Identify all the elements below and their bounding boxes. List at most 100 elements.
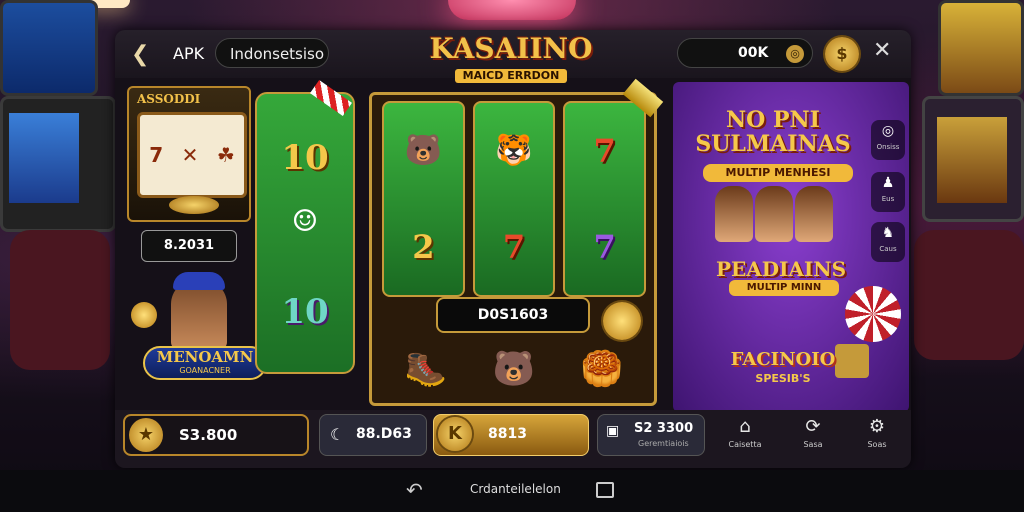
cards-icon: ▣: [606, 423, 620, 439]
ceiling-lamp: [448, 0, 576, 20]
wallet-button[interactable]: ★ S3.800: [123, 414, 309, 456]
reel-symbol: 🐻: [404, 133, 442, 168]
reel-bottom-row: 🥾 🐻 🥮: [382, 339, 646, 399]
balance-value: 00K: [738, 45, 769, 61]
mini-slot-card[interactable]: ASSODDI 7 ✕ ☘: [127, 86, 251, 222]
win-display: D0S1603: [436, 297, 590, 333]
casino-chair-right: [914, 230, 1024, 360]
system-navigation-bar: ↶ Crdanteilelelon: [0, 470, 1024, 512]
cap: [173, 272, 225, 290]
reel-symbol: 7: [593, 228, 616, 266]
background-cabinet-right: [922, 96, 1024, 222]
refresh-icon: ⟳: [805, 416, 821, 437]
slot-machine[interactable]: 🐻 2 🐯 7 7 7 D0S1603 🥾 🐻 🥮: [369, 92, 657, 406]
banner-bottom-title: FACINOIO: [730, 349, 836, 370]
nav-item-caisetta[interactable]: ⌂ Caisetta: [725, 414, 765, 458]
k-coin-icon: K: [438, 417, 472, 451]
system-back-icon[interactable]: ↶: [406, 478, 423, 502]
mini-slot-title: ASSODDI: [137, 92, 201, 106]
coin-stack-icon: $: [836, 44, 848, 63]
bet-button[interactable]: K 8813: [433, 414, 589, 456]
reel-symbol: 7: [593, 132, 616, 170]
banner-subheadline: MULTIP MENHESI: [703, 164, 853, 182]
casino-chair-left: [10, 230, 110, 370]
coin-stack-button[interactable]: $: [825, 37, 859, 71]
user-icon: ♟: [881, 175, 895, 191]
arrow-left-icon[interactable]: ❮: [131, 42, 149, 67]
banner-characters: [715, 186, 835, 256]
mini-slot-amount: 8.2031: [141, 230, 237, 262]
nav-label: Caisetta: [728, 440, 762, 449]
coin-icon: [603, 302, 641, 340]
reel-symbol: 🥾: [404, 349, 448, 389]
promo-card[interactable]: MENOAMN GOANACNER: [131, 272, 267, 404]
nav-item-soas[interactable]: ⚙ Soas: [857, 414, 897, 458]
background-cabinet-left: [0, 96, 116, 232]
side-button-caus[interactable]: ♞ Caus: [871, 222, 905, 262]
promo-banner[interactable]: NO PNI SULMAINAS MULTIP MENHESI PEADIAIN…: [673, 82, 909, 412]
chat-button[interactable]: ☾ 88.D63: [319, 414, 427, 456]
banner-headline: NO PNI SULMAINAS: [695, 107, 851, 157]
nav-item-sasa[interactable]: ⟳ Sasa: [793, 414, 833, 458]
system-nav-label: Crdanteilelelon: [470, 482, 561, 496]
app-window: ❮ APK Indonsetsiso KASAIINO MAICD ERRDON…: [115, 30, 911, 468]
reel-symbol: 7: [502, 228, 526, 266]
banner-bottom-subtitle: SPESIB'S: [755, 372, 811, 385]
side-button-label: Caus: [879, 245, 897, 253]
chat-icon: ☾: [330, 425, 345, 444]
promo-title: MENOAMN: [156, 348, 254, 366]
cards-value: S2 3300: [634, 421, 694, 436]
star-coin-icon: ★: [129, 418, 163, 452]
reel-symbol: 10: [281, 292, 329, 332]
reel-symbol: 10: [281, 138, 329, 178]
reel-symbol: 2: [412, 228, 435, 266]
cards-sublabel: Geremtiaiois: [638, 439, 689, 448]
reel-column: 🐻 2: [382, 101, 465, 297]
coins-icon: [131, 302, 157, 328]
cards-button[interactable]: ▣ S2 3300 Geremtiaiois: [597, 414, 705, 456]
user-add-icon: ♞: [881, 225, 895, 241]
background-cabinet-right-top: [938, 0, 1024, 96]
wallet-value: S3.800: [179, 426, 238, 444]
nav-label: Sasa: [803, 440, 823, 449]
settings-icon: ⚙: [868, 416, 886, 437]
promo-subtitle: GOANACNER: [179, 366, 231, 375]
top-bar: ❮ APK Indonsetsiso KASAIINO MAICD ERRDON…: [115, 30, 911, 83]
bet-value: 8813: [488, 426, 527, 442]
logo-title: KASAIINO: [429, 32, 593, 65]
coin-icon: ◎: [786, 45, 804, 63]
mini-slot-reels: 7 ✕ ☘: [137, 112, 247, 198]
reel-column: 7 7: [563, 101, 646, 297]
bottom-bar: ★ S3.800 ☾ 88.D63 K 8813 ▣ S2 3300 Gerem…: [115, 410, 911, 468]
background-cabinet-left-top: [0, 0, 98, 96]
reel-symbol: ☺: [291, 204, 319, 239]
ring-icon: ◎: [881, 123, 895, 139]
gold-pile: [169, 196, 219, 214]
side-reel: 10 ☺ 10: [255, 92, 355, 374]
close-icon[interactable]: ✕: [873, 38, 891, 63]
avatar: [171, 280, 227, 350]
nav-label: Soas: [867, 440, 887, 449]
left-column: ASSODDI 7 ✕ ☘ 8.2031 MENOAMN GOANACNER: [127, 86, 267, 404]
logo-subtitle: MAICD ERRDON: [454, 69, 568, 83]
reel-column: 🐯 7: [472, 101, 556, 297]
poker-chip-icon: [845, 286, 901, 342]
side-button-onsiss[interactable]: ◎ Onsiss: [871, 120, 905, 160]
balance-display[interactable]: 00K ◎: [677, 38, 813, 68]
recents-icon[interactable]: [596, 482, 614, 498]
shop-icon: ⌂: [739, 416, 751, 437]
side-button-label: Onsiss: [876, 143, 900, 151]
reel-symbol: 🐻: [492, 349, 536, 389]
side-button-eus[interactable]: ♟ Eus: [871, 172, 905, 212]
side-button-label: Eus: [881, 195, 895, 203]
reel-symbol: 🥮: [580, 349, 624, 389]
chat-value: 88.D63: [356, 426, 412, 442]
casino-logo: KASAIINO MAICD ERRDON: [411, 32, 611, 83]
app-label: APK: [173, 44, 205, 63]
promo-label: MENOAMN GOANACNER: [143, 346, 267, 380]
reel-grid: 🐻 2 🐯 7 7 7: [382, 101, 646, 297]
banner-mid-title: PEADIAINS: [715, 257, 847, 281]
search-input[interactable]: Indonsetsiso: [215, 38, 329, 68]
banner-mid-subtitle: MULTIP MINN: [729, 280, 839, 296]
reel-symbol: 🐯: [495, 133, 533, 168]
